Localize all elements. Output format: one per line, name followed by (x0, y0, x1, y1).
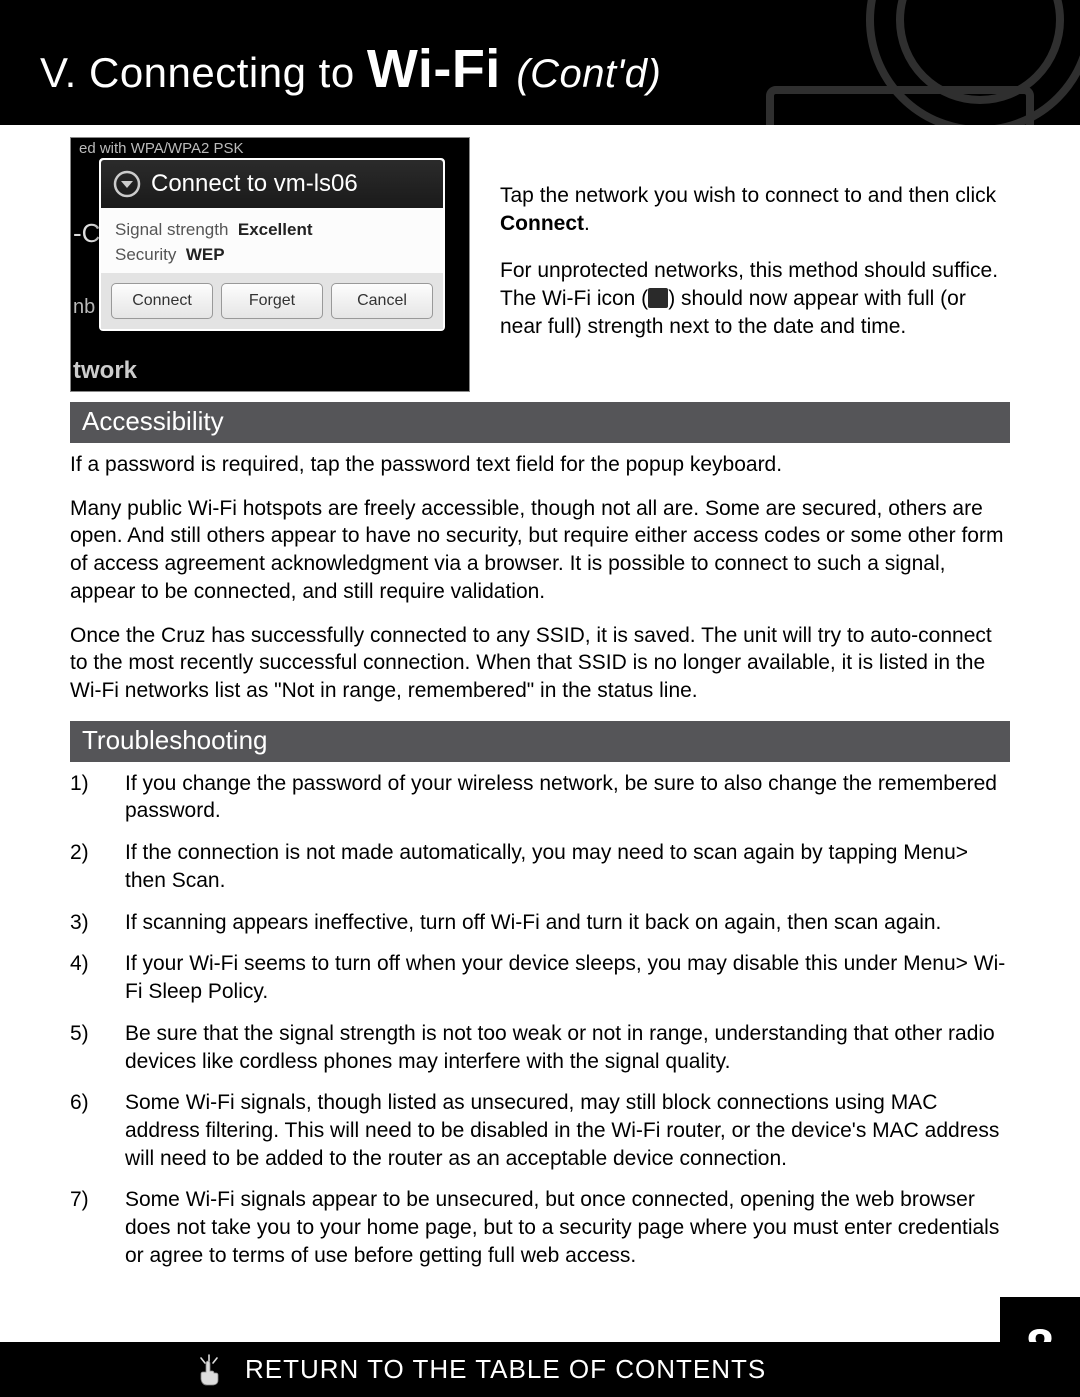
item-number: 6) (70, 1089, 125, 1172)
title-italic: (Cont'd) (516, 52, 661, 96)
dialog-titlebar: Connect to vm-ls06 (101, 160, 443, 208)
item-text: Some Wi-Fi signals, though listed as uns… (125, 1089, 1010, 1172)
security-label: Security (115, 245, 176, 264)
item-text: Some Wi-Fi signals appear to be unsecure… (125, 1186, 1010, 1269)
item-number: 2) (70, 839, 125, 894)
access-p1: If a password is required, tap the passw… (70, 451, 1010, 479)
title-bold: Wi-Fi (367, 39, 516, 99)
list-item: 2)If the connection is not made automati… (70, 839, 1010, 894)
connect-dialog: Connect to vm-ls06 Signal strength Excel… (99, 158, 445, 331)
pointer-hand-icon (195, 1353, 223, 1387)
cancel-button[interactable]: Cancel (331, 283, 433, 319)
list-item: 1)If you change the password of your wir… (70, 770, 1010, 825)
item-text: Be sure that the signal strength is not … (125, 1020, 1010, 1075)
item-text: If the connection is not made automatica… (125, 839, 1010, 894)
item-number: 3) (70, 909, 125, 937)
list-item: 3)If scanning appears ineffective, turn … (70, 909, 1010, 937)
title-prefix: V. Connecting to (40, 49, 367, 96)
item-number: 7) (70, 1186, 125, 1269)
signal-label: Signal strength (115, 220, 228, 239)
list-item: 5)Be sure that the signal strength is no… (70, 1020, 1010, 1075)
instr-1a: Tap the network you wish to connect to a… (500, 184, 996, 207)
bg-text: twork (73, 357, 137, 385)
access-p3: Once the Cruz has successfully connected… (70, 622, 1010, 705)
instr-1c: . (584, 212, 590, 235)
circuit-decoration (620, 0, 1080, 125)
return-link[interactable]: RETURN TO THE TABLE OF CONTENTS (245, 1354, 766, 1385)
troubleshooting-heading: Troubleshooting (70, 721, 1010, 762)
item-number: 4) (70, 950, 125, 1005)
bg-text: -C (73, 218, 100, 249)
dialog-title: Connect to vm-ls06 (151, 170, 358, 198)
troubleshooting-list: 1)If you change the password of your wir… (70, 770, 1010, 1270)
item-number: 1) (70, 770, 125, 825)
access-p2: Many public Wi-Fi hotspots are freely ac… (70, 495, 1010, 606)
list-item: 4)If your Wi-Fi seems to turn off when y… (70, 950, 1010, 1005)
instr-1b: Connect (500, 212, 584, 235)
accessibility-heading: Accessibility (70, 402, 1010, 443)
page-title: V. Connecting to Wi-Fi (Cont'd) (40, 38, 661, 100)
item-number: 5) (70, 1020, 125, 1075)
bg-text: ed with WPA/WPA2 PSK (79, 140, 244, 157)
signal-value: Excellent (238, 220, 313, 239)
page-header: V. Connecting to Wi-Fi (Cont'd) (0, 0, 1080, 125)
wifi-icon (648, 288, 668, 308)
item-text: If your Wi-Fi seems to turn off when you… (125, 950, 1010, 1005)
item-text: If you change the password of your wirel… (125, 770, 1010, 825)
connect-button[interactable]: Connect (111, 283, 213, 319)
footer-bar: RETURN TO THE TABLE OF CONTENTS (0, 1342, 1080, 1397)
bg-text: nb (73, 296, 95, 319)
security-value: WEP (186, 245, 225, 264)
list-item: 7)Some Wi-Fi signals appear to be unsecu… (70, 1186, 1010, 1269)
instruction-text: Tap the network you wish to connect to a… (500, 137, 1010, 360)
down-circle-icon (113, 170, 141, 198)
screenshot-wifi-dialog: ed with WPA/WPA2 PSK -C nb twork Connect… (70, 137, 470, 392)
list-item: 6)Some Wi-Fi signals, though listed as u… (70, 1089, 1010, 1172)
accessibility-body: If a password is required, tap the passw… (70, 451, 1010, 705)
item-text: If scanning appears ineffective, turn of… (125, 909, 1010, 937)
forget-button[interactable]: Forget (221, 283, 323, 319)
dialog-body: Signal strength Excellent Security WEP (101, 208, 443, 273)
